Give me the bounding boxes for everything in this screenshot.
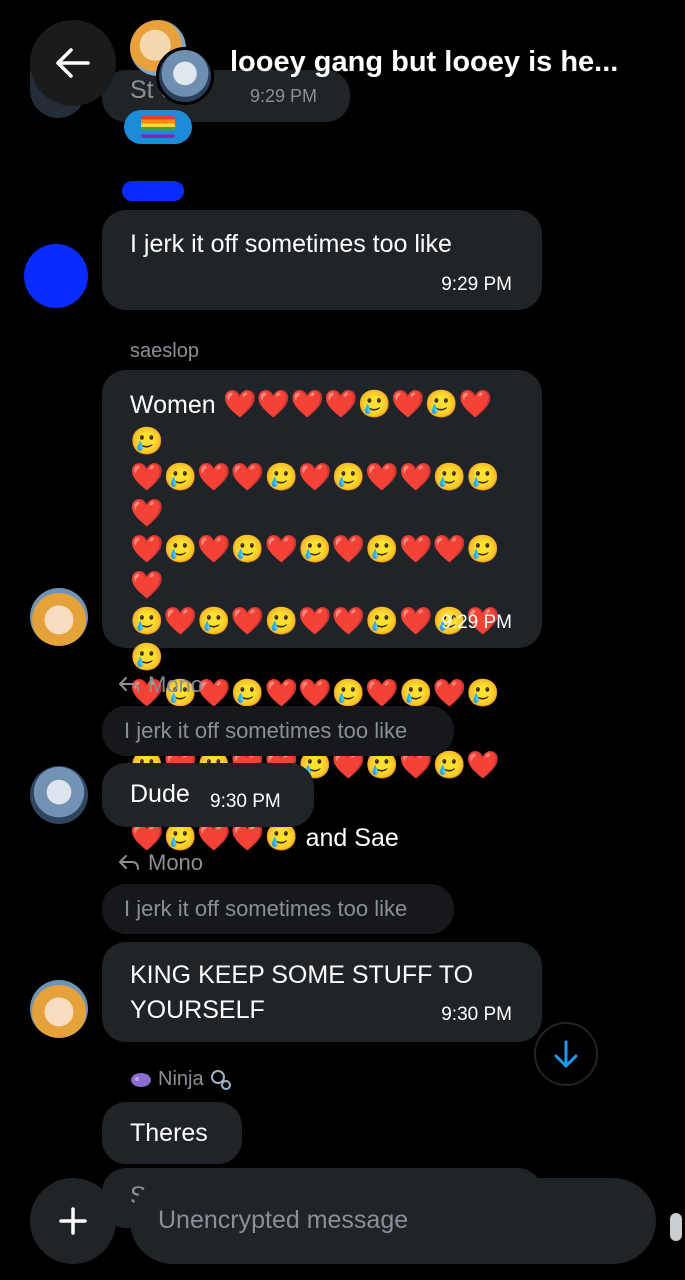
back-button[interactable] xyxy=(30,20,116,106)
message-bubble[interactable]: Women ❤️❤️❤️❤️🥲❤️🥲❤️🥲 ❤️🥲❤️❤️🥲❤️🥲❤️❤️🥲🥲❤… xyxy=(102,370,542,852)
reply-to-name: Mono xyxy=(148,672,204,697)
message-text: KING KEEP SOME STUFF TO YOURSELF xyxy=(130,961,474,1024)
message-bubble[interactable]: Dude 9:30 PM xyxy=(102,763,314,827)
avatar[interactable] xyxy=(30,980,88,1038)
scroll-handle[interactable] xyxy=(670,1213,682,1241)
message-time: 9:29 PM xyxy=(441,612,512,633)
message-text: I jerk it off sometimes too like xyxy=(130,230,452,258)
message-input[interactable] xyxy=(158,1198,618,1242)
add-attachment-button[interactable] xyxy=(30,1178,116,1264)
message-time: 9:30 PM xyxy=(441,1004,512,1025)
purple-blob-icon xyxy=(131,1072,151,1087)
scroll-to-bottom-button[interactable] xyxy=(534,1022,598,1086)
message-bubble[interactable]: KING KEEP SOME STUFF TO YOURSELF 9:30 PM xyxy=(102,942,542,1042)
redacted-avatar[interactable] xyxy=(24,244,88,308)
message-time: 9:29 PM xyxy=(441,274,512,295)
quoted-message[interactable]: I jerk it off sometimes too like xyxy=(102,884,454,934)
message-tail: and Sae xyxy=(305,824,399,852)
reply-icon xyxy=(119,855,139,870)
quoted-text: I jerk it off sometimes too like xyxy=(124,896,408,921)
message-time: 9:30 PM xyxy=(210,791,281,812)
message-text: Theres xyxy=(130,1119,208,1147)
sender-row[interactable]: Ninja xyxy=(130,1068,232,1091)
bubbles-icon xyxy=(210,1069,231,1090)
plus-icon xyxy=(59,1207,87,1235)
arrow-left-icon xyxy=(56,48,90,78)
quoted-message[interactable]: I jerk it off sometimes too like xyxy=(102,706,454,756)
conversation-title[interactable]: looey gang but looey is he... xyxy=(230,46,618,79)
avatar[interactable] xyxy=(30,588,88,646)
quoted-text: I jerk it off sometimes too like xyxy=(124,718,408,743)
reply-label: Mono xyxy=(118,850,203,876)
reply-icon xyxy=(119,677,139,692)
sender-name: Ninja xyxy=(158,1068,204,1090)
avatar[interactable] xyxy=(30,766,88,824)
message-word: Women xyxy=(130,391,216,419)
reply-label: Mono xyxy=(118,672,203,698)
message-bubble[interactable]: Theres xyxy=(102,1102,242,1164)
reaction-badge[interactable] xyxy=(124,110,192,144)
group-avatar-secondary[interactable] xyxy=(156,47,214,105)
reply-to-name: Mono xyxy=(148,850,204,875)
message-text: Dude xyxy=(130,780,190,808)
rainbow-flag-icon xyxy=(141,116,175,138)
arrow-down-icon xyxy=(554,1040,578,1068)
redacted-sender-name xyxy=(122,181,184,201)
emoji-line: ❤️🥲❤️🥲❤️🥲❤️🥲❤️❤️🥲❤️ xyxy=(130,534,500,600)
sender-name[interactable]: saeslop xyxy=(130,340,199,363)
message-time: 9:29 PM xyxy=(250,86,318,106)
message-bubble[interactable]: I jerk it off sometimes too like 9:29 PM xyxy=(102,210,542,310)
emoji-line: ❤️🥲❤️❤️🥲❤️🥲❤️❤️🥲🥲❤️ xyxy=(130,462,500,528)
message-composer[interactable] xyxy=(130,1178,656,1264)
